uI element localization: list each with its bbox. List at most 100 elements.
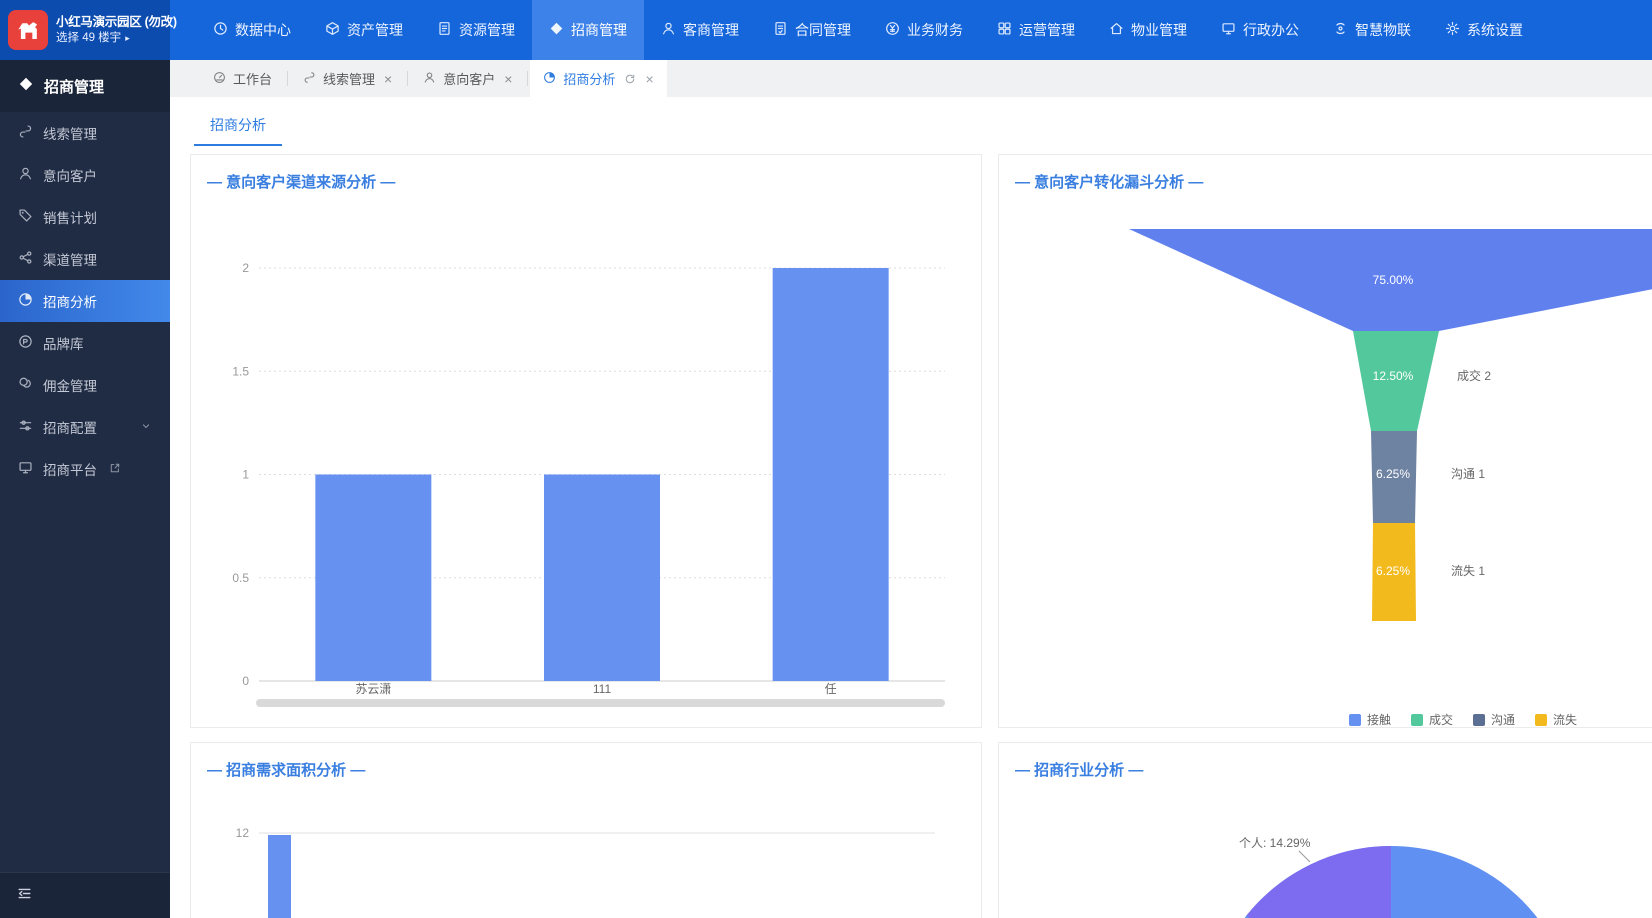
bar[interactable] [544,475,660,682]
legend-item-流失[interactable]: 流失 [1535,711,1577,728]
svg-text:流失 1: 流失 1 [1451,563,1485,578]
nav-item-operation-mgmt[interactable]: 运营管理 [980,0,1092,60]
close-icon[interactable]: × [384,71,392,87]
sidebar-item-brand-library[interactable]: 品牌库 [0,322,170,364]
pie-slice[interactable] [1247,846,1392,918]
nav-item-label: 智慧物联 [1355,20,1411,40]
chevron-down-icon [140,420,152,435]
home-icon [1109,21,1124,39]
close-icon[interactable]: × [504,71,512,87]
tab-label: 招商分析 [563,69,615,88]
close-icon[interactable]: × [645,71,653,87]
clue-icon [303,71,316,87]
demand-area-bar-chart: 12 [191,743,981,918]
svg-text:苏云潇: 苏云潇 [355,682,391,696]
park-selector[interactable]: 选择 49 楼宇 ▸ [56,31,177,47]
nav-item-label: 物业管理 [1131,20,1187,40]
industry-analysis-chart-card: — 招商行业分析 — 个人: 14.29% [998,742,1652,918]
sidebar-item-commission-mgmt[interactable]: 佣金管理 [0,364,170,406]
tab-label: 意向客户 [443,69,495,88]
iot-icon [1333,21,1348,39]
person-icon [18,166,33,184]
nav-item-smart-iot[interactable]: 智慧物联 [1316,0,1428,60]
nav-item-label: 合同管理 [795,20,851,40]
collapse-menu-icon[interactable] [16,885,33,907]
brand-block[interactable]: 小红马演示园区 (勿改) 选择 49 楼宇 ▸ [0,0,170,60]
clock-icon [213,21,228,39]
app-root: 小红马演示园区 (勿改) 选择 49 楼宇 ▸ 数据中心资产管理资源管理招商管理… [0,0,1652,918]
tab-intent-customer[interactable]: 意向客户 × [410,60,525,97]
nav-item-label: 系统设置 [1467,20,1523,40]
diamond-icon [18,76,34,96]
sidebar-item-intent-customer[interactable]: 意向客户 [0,154,170,196]
tab-label: 线索管理 [323,69,375,88]
nav-item-system-settings[interactable]: 系统设置 [1428,0,1540,60]
nav-item-data-center[interactable]: 数据中心 [196,0,308,60]
panel-tab-investment-analysis[interactable]: 招商分析 [194,105,282,146]
sidebar-item-investment-platform[interactable]: 招商平台 [0,448,170,490]
sidebar-item-label: 品牌库 [43,333,84,353]
nav-item-merchant-mgmt[interactable]: 客商管理 [644,0,756,60]
nav-item-label: 招商管理 [571,20,627,40]
legend-swatch-icon [1349,714,1361,726]
clue-icon [18,124,33,142]
tag-icon [18,208,33,226]
svg-text:12.50%: 12.50% [1373,369,1414,383]
svg-text:1.5: 1.5 [232,364,249,378]
datazoom-scrollbar[interactable] [256,699,945,707]
nav-item-admin-office[interactable]: 行政办公 [1204,0,1316,60]
bar[interactable] [268,835,291,918]
sidebar-item-channel-mgmt[interactable]: 渠道管理 [0,238,170,280]
legend-label: 流失 [1553,711,1577,728]
legend-label: 成交 [1429,711,1453,728]
finance-icon [885,21,900,39]
tab-clue-mgmt[interactable]: 线索管理 × [290,60,405,97]
sidebar-item-label: 渠道管理 [43,249,97,269]
svg-text:个人: 14.29%: 个人: 14.29% [1239,836,1311,850]
document-icon [437,21,452,39]
nav-item-resource-mgmt[interactable]: 资源管理 [420,0,532,60]
nav-item-label: 资源管理 [459,20,515,40]
sidebar-title-label: 招商管理 [44,76,104,97]
grid-icon [997,21,1012,39]
nav-item-label: 行政办公 [1243,20,1299,40]
nav-item-label: 客商管理 [683,20,739,40]
legend-item-接触[interactable]: 接触 [1349,711,1391,728]
bar[interactable] [773,268,889,681]
sidebar-item-sales-plan[interactable]: 销售计划 [0,196,170,238]
nav-item-label: 数据中心 [235,20,291,40]
chart-cards: — 意向客户渠道来源分析 — 00.511.52苏云潇111任 — 意向客户转化… [170,146,1652,918]
svg-text:12: 12 [236,826,250,840]
contract-icon [773,21,788,39]
nav-item-investment-mgmt[interactable]: 招商管理 [532,0,644,60]
refresh-icon[interactable] [624,73,636,85]
brand-text: 小红马演示园区 (勿改) 选择 49 楼宇 ▸ [56,14,177,46]
legend-label: 沟通 [1491,711,1515,728]
svg-text:2: 2 [242,261,249,275]
svg-text:111: 111 [593,682,612,696]
legend-item-沟通[interactable]: 沟通 [1473,711,1515,728]
platform-icon [18,460,33,478]
nav-item-contract-mgmt[interactable]: 合同管理 [756,0,868,60]
nav-item-business-finance[interactable]: 业务财务 [868,0,980,60]
sidebar-footer [0,872,170,918]
nav-item-label: 资产管理 [347,20,403,40]
tab-investment-analysis[interactable]: 招商分析 × [530,60,666,97]
dashboard-icon [213,71,226,87]
legend-item-成交[interactable]: 成交 [1411,711,1453,728]
sidebar-item-clue-mgmt[interactable]: 线索管理 [0,112,170,154]
tab-separator [527,71,528,86]
bar[interactable] [315,475,431,682]
tab-separator [407,71,408,86]
sidebar-item-investment-config[interactable]: 招商配置 [0,406,170,448]
sidebar-item-label: 招商平台 [43,459,97,479]
red-horse-logo-icon [8,10,48,50]
tab-workbench[interactable]: 工作台 [200,60,285,97]
svg-text:6.25%: 6.25% [1376,564,1410,578]
nav-item-property-mgmt[interactable]: 物业管理 [1092,0,1204,60]
demand-area-chart-card: — 招商需求面积分析 — 12 [190,742,982,918]
nav-item-asset-mgmt[interactable]: 资产管理 [308,0,420,60]
svg-text:1: 1 [242,468,249,482]
config-icon [18,418,33,436]
sidebar-item-investment-analysis[interactable]: 招商分析 [0,280,170,322]
